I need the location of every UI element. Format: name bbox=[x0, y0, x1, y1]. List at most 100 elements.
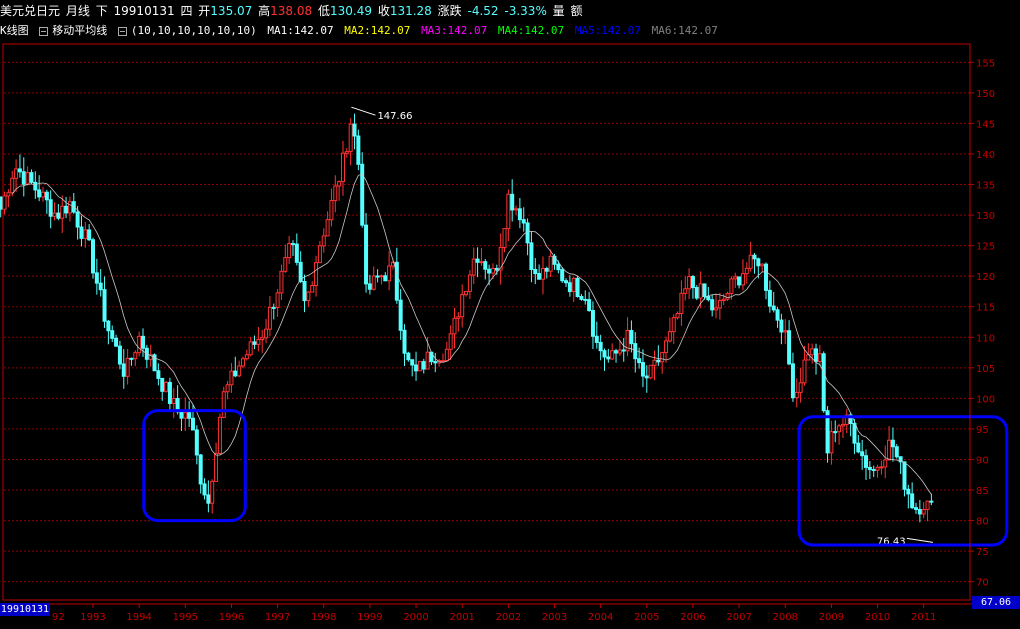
candle-body bbox=[421, 361, 426, 370]
x-tick-label: 2004 bbox=[588, 612, 613, 623]
candle-body bbox=[525, 222, 530, 244]
candle-body bbox=[540, 267, 545, 280]
candle-body bbox=[917, 508, 922, 515]
candle-body bbox=[679, 292, 684, 314]
candle-body bbox=[633, 343, 638, 360]
quote-info-bar: 美元兑日元 月线 下 19910131 四 开135.07 高138.08 低1… bbox=[0, 0, 1020, 22]
candle-body bbox=[14, 168, 19, 179]
cursor-price-badge: 67.06 bbox=[972, 596, 1020, 609]
period-label[interactable]: 月线 bbox=[66, 4, 90, 18]
candle-body bbox=[767, 289, 772, 307]
candle-body bbox=[879, 466, 884, 469]
cursor-date-badge: 19910131 bbox=[0, 603, 50, 616]
symbol-name: 美元兑日元 bbox=[0, 4, 61, 18]
ma-indicator-label[interactable]: 移动平均线 bbox=[52, 24, 107, 37]
candle-body bbox=[471, 258, 476, 276]
candle-body bbox=[840, 423, 845, 427]
candle-body bbox=[521, 219, 526, 224]
x-tick-label: 1996 bbox=[219, 612, 244, 623]
candle-body bbox=[690, 276, 695, 289]
candle-body bbox=[206, 494, 211, 504]
candle-body bbox=[433, 361, 438, 364]
y-tick-label: 90 bbox=[976, 455, 989, 466]
candle-body bbox=[444, 348, 449, 362]
x-tick-label: 1993 bbox=[80, 612, 105, 623]
candle-body bbox=[279, 270, 284, 294]
candlestick-chart[interactable]: 147.6676.43 7075808590951001051101151201… bbox=[0, 40, 1020, 629]
candle-body bbox=[740, 273, 745, 286]
candle-body bbox=[37, 189, 42, 198]
candle-body bbox=[794, 391, 799, 399]
bar-weekday: 四 bbox=[180, 4, 193, 18]
candle-body bbox=[267, 306, 272, 330]
candle-body bbox=[752, 254, 757, 260]
x-tick-label: 2000 bbox=[403, 612, 428, 623]
candle-body bbox=[417, 361, 422, 372]
candle-body bbox=[725, 293, 730, 300]
candle-body bbox=[248, 341, 253, 356]
candle-body bbox=[664, 340, 669, 354]
candle-body bbox=[617, 349, 622, 354]
candle-body bbox=[614, 350, 619, 354]
candle-body bbox=[375, 275, 380, 278]
y-tick-label: 110 bbox=[976, 333, 995, 344]
candle-body bbox=[275, 292, 280, 308]
volume-label: 量 bbox=[552, 4, 565, 18]
candle-body bbox=[217, 416, 222, 454]
high-label: 高 bbox=[258, 4, 271, 18]
x-tick-label: 2009 bbox=[819, 612, 844, 623]
candle-body bbox=[233, 370, 238, 377]
candle-body bbox=[94, 272, 99, 284]
kline-label[interactable]: K线图 bbox=[0, 24, 29, 37]
candle-body bbox=[698, 283, 703, 299]
candle-body bbox=[106, 320, 111, 332]
high-value: 138.08 bbox=[270, 4, 313, 18]
candle-body bbox=[79, 226, 84, 239]
candle-body bbox=[779, 319, 784, 333]
candle-body bbox=[264, 328, 269, 339]
candle-body bbox=[414, 364, 419, 372]
candle-body bbox=[517, 208, 522, 221]
candle-body bbox=[929, 500, 934, 503]
candle-body bbox=[448, 333, 453, 350]
candle-body bbox=[348, 123, 353, 152]
candle-body bbox=[133, 352, 138, 360]
candle-body bbox=[121, 363, 126, 377]
candle-body bbox=[687, 276, 692, 290]
candle-body bbox=[756, 258, 761, 267]
candle-body bbox=[98, 282, 103, 291]
candle-body bbox=[890, 439, 895, 448]
candle-body bbox=[902, 461, 907, 490]
x-tick-label: 2007 bbox=[726, 612, 751, 623]
candle-body bbox=[706, 295, 711, 301]
candle-body bbox=[510, 193, 515, 211]
candle-body bbox=[637, 358, 642, 364]
candle-body bbox=[621, 349, 626, 352]
candle-body bbox=[21, 171, 26, 185]
candle-body bbox=[425, 351, 430, 370]
ma-params-toggle-icon[interactable] bbox=[117, 26, 127, 36]
candle-body bbox=[33, 181, 38, 191]
candle-body bbox=[398, 299, 403, 331]
change-value: -4.52 bbox=[467, 4, 499, 18]
y-tick-label: 155 bbox=[976, 58, 995, 69]
candle-body bbox=[544, 267, 549, 272]
direction-label: 下 bbox=[95, 4, 108, 18]
ma-params: (10,10,10,10,10,10) bbox=[130, 24, 257, 37]
candle-body bbox=[237, 365, 242, 377]
candle-body bbox=[156, 370, 161, 379]
collapse-toggle-icon[interactable] bbox=[39, 26, 49, 36]
candle-body bbox=[117, 345, 122, 365]
y-tick-label: 145 bbox=[976, 119, 995, 130]
candle-body bbox=[464, 290, 469, 296]
candle-body bbox=[506, 193, 511, 230]
x-tick-label: 2001 bbox=[449, 612, 474, 623]
candle-body bbox=[479, 261, 484, 264]
candle-body bbox=[198, 454, 203, 485]
candle-body bbox=[190, 417, 195, 431]
candle-body bbox=[871, 469, 876, 472]
candle-body bbox=[64, 205, 69, 214]
candle-body bbox=[675, 312, 680, 319]
candle-body bbox=[164, 381, 169, 392]
candle-body bbox=[717, 300, 722, 309]
